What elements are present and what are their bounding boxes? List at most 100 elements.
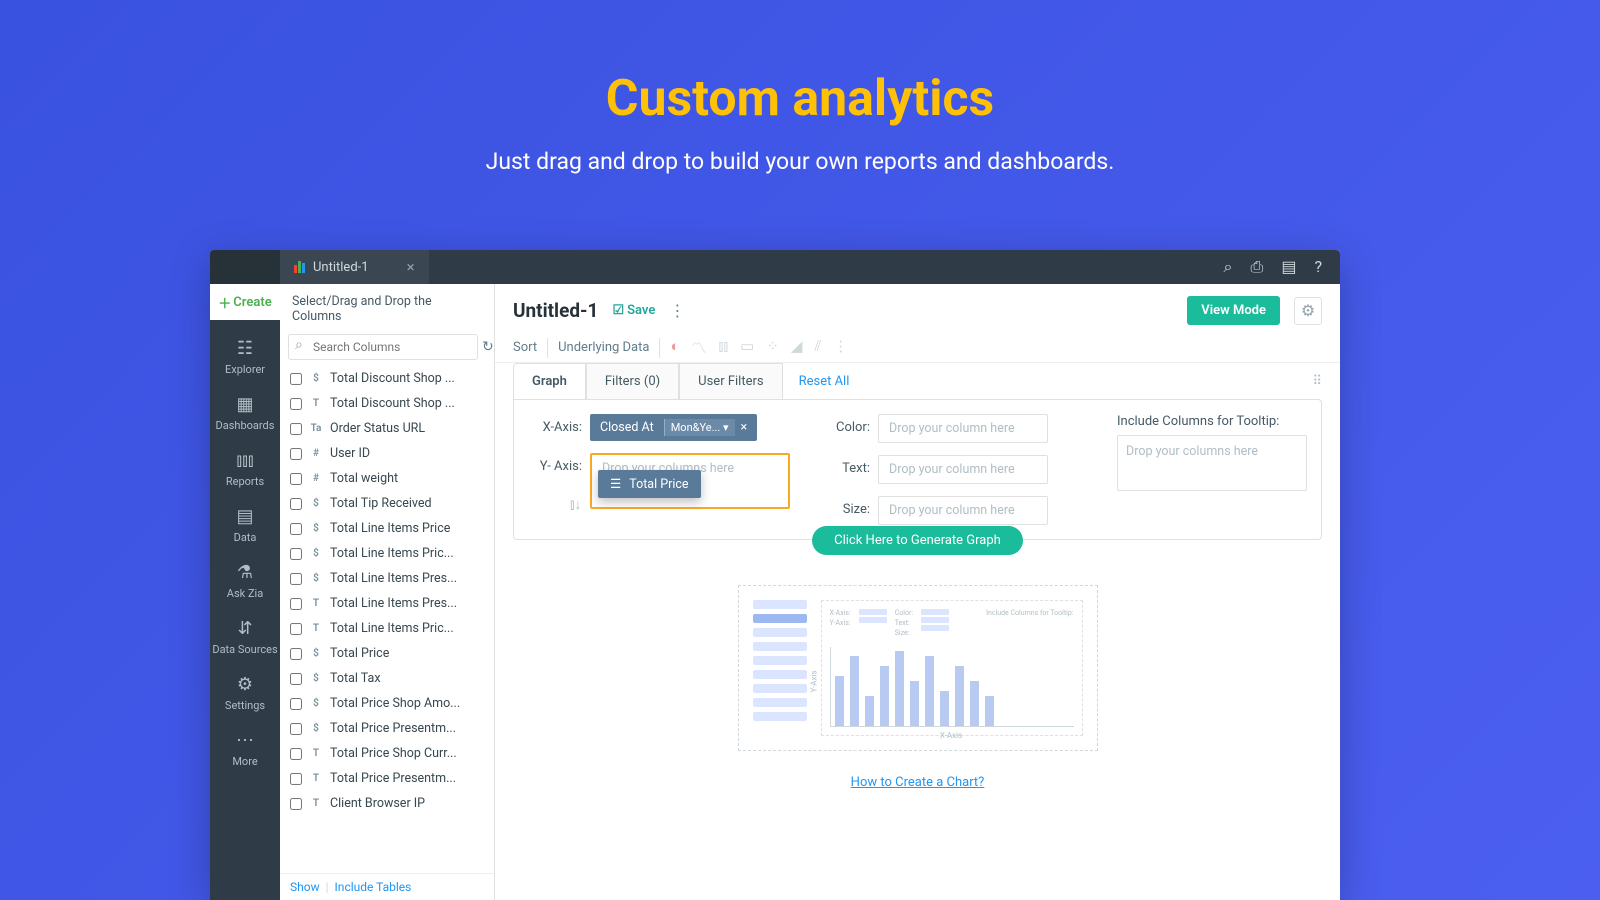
bar-chart-icon[interactable]: ⫾⫾ [719,337,729,358]
column-checkbox[interactable] [290,723,302,735]
nav-data[interactable]: ▤Data [234,506,257,544]
column-item[interactable]: #Total weight [280,466,494,491]
nav-datasources[interactable]: ⇵Data Sources [212,618,277,656]
preview-bar [895,651,904,726]
nav-more[interactable]: ⋯More [232,730,257,768]
area-icon[interactable]: ◢ [791,337,803,358]
comment-icon[interactable]: ▤ [1281,257,1296,277]
include-tables-link[interactable]: Include Tables [335,880,412,894]
close-icon[interactable]: × [407,258,415,276]
pie-chart-icon[interactable]: ◐ [670,337,679,358]
column-checkbox[interactable] [290,398,302,410]
nav-askzia[interactable]: ⚗Ask Zia [227,562,263,600]
color-dropzone[interactable]: Drop your column here [878,414,1048,443]
type-icon: # [309,473,323,484]
remove-chip-icon[interactable]: × [741,420,748,435]
column-checkbox[interactable] [290,573,302,585]
nav-settings[interactable]: ⚙Settings [225,674,265,712]
column-checkbox[interactable] [290,498,302,510]
column-checkbox[interactable] [290,648,302,660]
tab-userfilters[interactable]: User Filters [679,363,782,399]
view-mode-button[interactable]: View Mode [1187,296,1280,325]
column-checkbox[interactable] [290,473,302,485]
column-item[interactable]: $Total Price [280,641,494,666]
column-checkbox[interactable] [290,673,302,685]
column-checkbox[interactable] [290,423,302,435]
preview-bar [835,676,844,726]
layout-icon[interactable]: ⠿ [1312,374,1322,389]
column-item[interactable]: $Total Tip Received [280,491,494,516]
save-button[interactable]: ☑ Save [612,303,655,318]
preview-bar [850,656,859,726]
columns-header: Select/Drag and Drop the Columns [280,284,494,334]
underlying-data-button[interactable]: Underlying Data [558,340,649,355]
dashboards-icon: ▦ [216,394,275,415]
size-dropzone[interactable]: Drop your column here [878,496,1048,525]
tooltip-dropzone[interactable]: Drop your columns here [1117,435,1307,491]
generate-graph-button[interactable]: Click Here to Generate Graph [812,526,1023,555]
column-item[interactable]: TaOrder Status URL [280,416,494,441]
help-icon[interactable]: ? [1314,257,1322,277]
x-axis-agg[interactable]: Mon&Ye... ▾ [664,419,735,436]
column-name: Total Discount Shop ... [330,396,455,411]
preview-bar [985,696,994,726]
column-item[interactable]: TTotal Discount Shop ... [280,391,494,416]
preview-bar [955,666,964,726]
create-button[interactable]: ＋ Create [210,284,280,320]
sort-button[interactable]: Sort [513,340,537,355]
scatter-icon[interactable]: ⁘ [766,337,779,358]
main-canvas: Untitled-1 ☑ Save ⋮ View Mode ⚙ Sort Und… [495,284,1340,900]
reset-all-link[interactable]: Reset All [799,374,850,389]
tab-graph[interactable]: Graph [513,363,586,399]
search-icon[interactable]: ⌕ [1224,257,1233,277]
dragging-chip[interactable]: ☰ Total Price [598,470,701,498]
column-checkbox[interactable] [290,748,302,760]
search-columns-input[interactable] [288,334,478,360]
column-item[interactable]: TTotal Line Items Pres... [280,591,494,616]
column-checkbox[interactable] [290,598,302,610]
column-checkbox[interactable] [290,773,302,785]
line-chart-icon[interactable]: 〽 [692,337,707,358]
column-checkbox[interactable] [290,698,302,710]
column-checkbox[interactable] [290,448,302,460]
column-item[interactable]: $Total Line Items Pric... [280,541,494,566]
clipboard-icon[interactable]: ⎙ [1251,257,1264,277]
type-icon: # [309,448,323,459]
report-options-icon[interactable]: ⋮ [669,301,685,320]
column-checkbox[interactable] [290,523,302,535]
combo-icon[interactable]: ⫽ [814,337,821,358]
show-link[interactable]: Show [290,880,320,894]
nav-reports[interactable]: ⫾⫾⫾Reports [226,450,264,488]
column-checkbox[interactable] [290,548,302,560]
how-to-link[interactable]: How to Create a Chart? [851,775,985,790]
column-item[interactable]: $Total Line Items Price [280,516,494,541]
sort-axis-icon[interactable]: ⫾↓ [570,496,581,513]
column-item[interactable]: $Total Price Shop Amo... [280,691,494,716]
nav-dashboards[interactable]: ▦Dashboards [216,394,275,432]
column-item[interactable]: #User ID [280,441,494,466]
column-checkbox[interactable] [290,373,302,385]
type-icon: T [309,623,323,634]
column-item[interactable]: $Total Price Presentm... [280,716,494,741]
topbar-actions: ⌕ ⎙ ▤ ? [1224,257,1340,277]
column-item[interactable]: TClient Browser IP [280,791,494,816]
refresh-icon[interactable]: ↻ [482,339,494,355]
document-tab[interactable]: Untitled-1 × [280,250,429,284]
x-axis-chip[interactable]: Closed At Mon&Ye... ▾ × [590,414,757,441]
column-item[interactable]: TTotal Price Shop Curr... [280,741,494,766]
column-item[interactable]: $Total Tax [280,666,494,691]
chart-more-icon[interactable]: ⋮ [833,337,848,358]
column-item[interactable]: $Total Line Items Pres... [280,566,494,591]
column-checkbox[interactable] [290,623,302,635]
settings-icon[interactable]: ⚙ [1294,297,1322,325]
column-item[interactable]: $Total Discount Shop ... [280,366,494,391]
config-panel: X-Axis: Closed At Mon&Ye... ▾ × Y- Axis:… [513,399,1322,540]
column-item[interactable]: TTotal Line Items Pric... [280,616,494,641]
nav-explorer[interactable]: ☷Explorer [225,338,265,376]
tab-filters[interactable]: Filters (0) [586,363,679,399]
text-dropzone[interactable]: Drop your column here [878,455,1048,484]
stacked-bar-icon[interactable]: ▭ [740,337,754,358]
column-name: Total Price Presentm... [330,771,456,786]
column-checkbox[interactable] [290,798,302,810]
column-item[interactable]: TTotal Price Presentm... [280,766,494,791]
